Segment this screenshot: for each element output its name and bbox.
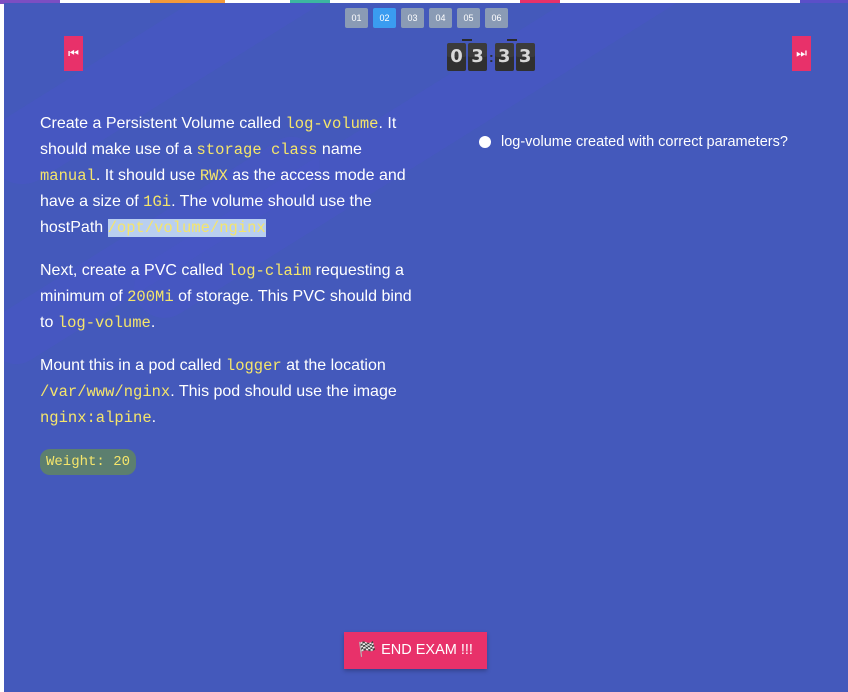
timer-tick — [462, 39, 472, 41]
question-paragraph: Mount this in a pod called logger at the… — [40, 353, 420, 431]
text: . It should use — [95, 167, 200, 184]
code-snippet: storage class — [196, 141, 318, 159]
text: Create a Persistent Volume called — [40, 115, 286, 132]
code-snippet: log-claim — [227, 262, 312, 280]
question-tab-04[interactable]: 04 — [429, 8, 452, 28]
timer-digit: 3 — [494, 43, 514, 71]
code-snippet: /var/www/nginx — [40, 383, 171, 401]
text: Mount this in a pod called — [40, 357, 226, 374]
question-tab-02[interactable]: 02 — [373, 8, 396, 28]
timer-digit: 0 — [447, 43, 466, 71]
weight-badge: Weight: 20 — [40, 449, 137, 475]
bullet-icon — [479, 136, 491, 148]
question-paragraph: Next, create a PVC called log-claim requ… — [40, 258, 420, 336]
end-exam-label: END EXAM !!! — [381, 642, 473, 658]
timer-tick — [507, 39, 517, 41]
code-snippet: 1Gi — [143, 193, 172, 211]
text: name — [317, 141, 362, 158]
countdown-timer: 0 3 : 3 3 — [447, 39, 537, 71]
skip-next-icon: ⏭ — [796, 46, 807, 60]
timer-digit: 3 — [515, 43, 535, 71]
exam-panel: 01 02 03 04 05 06 ⏮ ⏭ 0 3 : 3 3 Create a… — [4, 3, 848, 692]
skip-previous-icon: ⏮ — [68, 46, 79, 60]
question-tab-01[interactable]: 01 — [345, 8, 368, 28]
code-snippet: logger — [225, 357, 282, 375]
code-snippet: nginx:alpine — [40, 409, 152, 427]
question-tab-05[interactable]: 05 — [457, 8, 480, 28]
question-tab-06[interactable]: 06 — [485, 8, 508, 28]
timer-digit: 3 — [468, 43, 487, 71]
question-navigator: 01 02 03 04 05 06 — [345, 8, 508, 28]
text: . — [151, 409, 157, 426]
next-question-button[interactable]: ⏭ — [792, 36, 811, 71]
code-snippet: manual — [40, 167, 96, 185]
text: at the location — [281, 357, 386, 374]
question-tab-03[interactable]: 03 — [401, 8, 424, 28]
text: . — [150, 314, 156, 331]
checklist-item: log-volume created with correct paramete… — [479, 134, 788, 150]
previous-question-button[interactable]: ⏮ — [64, 36, 83, 71]
code-snippet: log-volume — [285, 115, 379, 133]
code-snippet: RWX — [199, 167, 228, 185]
question-paragraph: Create a Persistent Volume called log-vo… — [40, 111, 420, 241]
text: Next, create a PVC called — [40, 262, 228, 279]
code-snippet: 200Mi — [127, 288, 174, 306]
text: . This pod should use the image — [170, 383, 397, 400]
end-exam-button[interactable]: 🏁 END EXAM !!! — [344, 632, 487, 669]
timer-separator: : — [489, 49, 494, 65]
question-text: Create a Persistent Volume called log-vo… — [40, 111, 420, 475]
checklist-label: log-volume created with correct paramete… — [501, 134, 788, 150]
code-snippet-selected: /opt/volume/nginx — [107, 219, 266, 237]
checkered-flag-icon: 🏁 — [358, 642, 377, 658]
code-snippet: log-volume — [57, 314, 151, 332]
